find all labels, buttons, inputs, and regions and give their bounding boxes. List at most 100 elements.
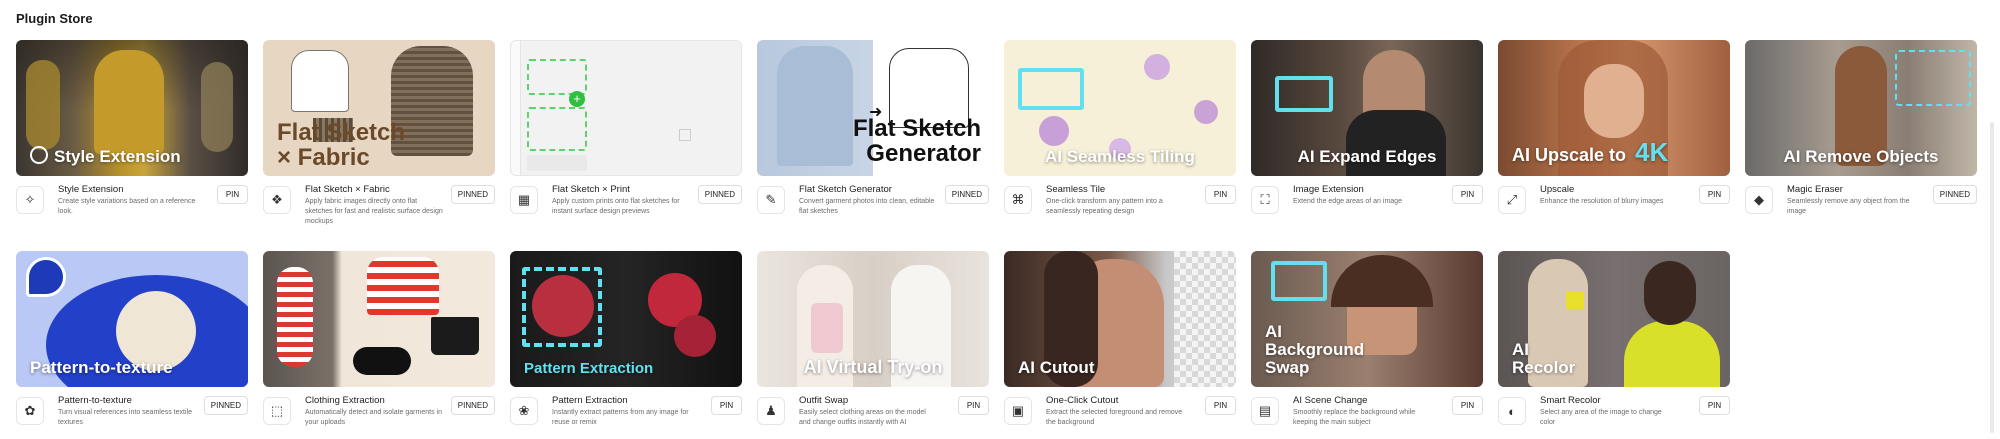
style-icon: ✧	[16, 186, 44, 214]
plugin-card-pattern-to-texture[interactable]: Pattern-to-texture ✿ Pattern-to-texture …	[16, 251, 248, 429]
plugin-card-one-click-cutout[interactable]: AI Cutout ▣ One-Click Cutout Extract the…	[1004, 251, 1236, 429]
plugin-info: ◆ Magic Eraser Seamlessly remove any obj…	[1745, 184, 1977, 224]
plugin-description: Easily select clothing areas on the mode…	[799, 409, 926, 426]
eraser-icon: ◆	[1745, 186, 1773, 214]
plugin-card-flat-sketch-generator[interactable]: ➜ Flat Sketch Generator ✎ Flat Sketch Ge…	[757, 40, 989, 218]
thumb-label: Flat Sketch × Fabric	[277, 118, 406, 171]
pin-button[interactable]: PINNED	[1932, 185, 1977, 204]
plugin-description: Select any area of the image to change c…	[1540, 409, 1662, 426]
expand-icon: ⛶	[1251, 186, 1279, 214]
plugin-card-outfit-swap[interactable]: AI Virtual Try-on ♟ Outfit Swap Easily s…	[757, 251, 989, 429]
plugin-title: Pattern-to-texture	[58, 395, 132, 406]
plugin-title: Style Extension	[58, 184, 124, 195]
plugin-description: Instantly extract patterns from any imag…	[552, 409, 689, 426]
thumb-label: AI Remove Objects	[1783, 147, 1939, 167]
pin-button[interactable]: PINNED	[697, 185, 742, 204]
add-icon: +	[569, 91, 585, 107]
pin-button[interactable]: PIN	[1205, 396, 1236, 415]
plugin-title: Magic Eraser	[1787, 184, 1843, 195]
plugin-info: ♟ Outfit Swap Easily select clothing are…	[757, 395, 989, 435]
texture-icon: ✿	[16, 397, 44, 425]
thumb-label-4k: 4K	[1635, 136, 1669, 167]
plugin-title: Pattern Extraction	[552, 395, 628, 406]
plugin-thumbnail[interactable]: AI Cutout	[1004, 251, 1236, 387]
pin-button[interactable]: PIN	[1205, 185, 1236, 204]
plugin-thumbnail[interactable]: AI Recolor	[1498, 251, 1730, 387]
plugin-title: Flat Sketch × Print	[552, 184, 630, 195]
palette-glyph-icon	[30, 146, 48, 164]
pattern-icon: ❀	[510, 397, 538, 425]
plugin-title: Image Extension	[1293, 184, 1364, 195]
plugin-thumbnail[interactable]: AI Seamless Tiling	[1004, 40, 1236, 176]
thumb-label: AI Recolor	[1512, 340, 1576, 378]
pin-button[interactable]: PIN	[217, 185, 248, 204]
scene-icon: ▤	[1251, 397, 1279, 425]
plugin-card-pattern-extraction[interactable]: Pattern Extraction ❀ Pattern Extraction …	[510, 251, 742, 429]
plugin-card-smart-recolor[interactable]: AI Recolor ◐ Smart Recolor Select any ar…	[1498, 251, 1730, 429]
plugin-info: ⤢ Upscale Enhance the resolution of blur…	[1498, 184, 1730, 224]
thumb-label: Style Extension	[54, 147, 181, 167]
plugin-card-flat-sketch-print[interactable]: + ▦ Flat Sketch × Print Apply custom pri…	[510, 40, 742, 218]
plugin-info: ▤ AI Scene Change Smoothly replace the b…	[1251, 395, 1483, 435]
plugin-thumbnail[interactable]: AI Background Swap	[1251, 251, 1483, 387]
thumb-label: Pattern Extraction	[524, 360, 654, 378]
pin-button[interactable]: PIN	[958, 396, 989, 415]
plugin-card-flat-sketch-fabric[interactable]: Flat Sketch × Fabric ❖ Flat Sketch × Fab…	[263, 40, 495, 225]
plugin-thumbnail[interactable]: Pattern Extraction	[510, 251, 742, 387]
pin-button[interactable]: PINNED	[944, 185, 989, 204]
plugin-thumbnail[interactable]: Flat Sketch × Fabric	[263, 40, 495, 176]
plugin-thumbnail[interactable]: ➜ Flat Sketch Generator	[757, 40, 989, 176]
thumb-label: AI Expand Edges	[1297, 147, 1437, 167]
plugin-description: Extract the selected foreground and remo…	[1046, 409, 1183, 426]
pin-button[interactable]: PINNED	[450, 185, 495, 204]
pin-button[interactable]: PINNED	[203, 396, 248, 415]
plugin-card-clothing-extraction[interactable]: ⬚ Clothing Extraction Automatically dete…	[263, 251, 495, 429]
plugin-title: AI Scene Change	[1293, 395, 1368, 406]
thumb-label: AI Seamless Tiling	[1045, 147, 1195, 167]
plugin-info: ⬚ Clothing Extraction Automatically dete…	[263, 395, 495, 435]
plugin-title: Flat Sketch × Fabric	[305, 184, 390, 195]
plugin-card-style-extension[interactable]: Style Extension ✧ Style Extension Create…	[16, 40, 248, 218]
plugin-thumbnail[interactable]: Style Extension	[16, 40, 248, 176]
plugin-card-ai-scene-change[interactable]: AI Background Swap ▤ AI Scene Change Smo…	[1251, 251, 1483, 429]
pin-button[interactable]: PIN	[1699, 396, 1730, 415]
sketch-icon: ✎	[757, 186, 785, 214]
plugin-info: ⌘ Seamless Tile One-click transform any …	[1004, 184, 1236, 224]
plugin-thumbnail[interactable]: AI Upscale to 4K	[1498, 40, 1730, 176]
thumb-label: Flat Sketch Generator	[852, 114, 981, 167]
tile-icon: ⌘	[1004, 186, 1032, 214]
plugin-thumbnail[interactable]	[263, 251, 495, 387]
page-header: Plugin Store	[16, 6, 93, 30]
thumb-label-main: AI Upscale to	[1512, 144, 1627, 165]
plugin-grid: Style Extension ✧ Style Extension Create…	[16, 40, 1985, 429]
pin-button[interactable]: PIN	[1452, 396, 1483, 415]
print-icon: ▦	[510, 186, 538, 214]
plugin-info: ✧ Style Extension Create style variation…	[16, 184, 248, 224]
plugin-title: One-Click Cutout	[1046, 395, 1119, 406]
pin-button[interactable]: PINNED	[450, 396, 495, 415]
plugin-thumbnail[interactable]: AI Remove Objects	[1745, 40, 1977, 176]
plugin-info: ✎ Flat Sketch Generator Convert garment …	[757, 184, 989, 224]
plugin-thumbnail[interactable]: AI Virtual Try-on	[757, 251, 989, 387]
plugin-info: ▦ Flat Sketch × Print Apply custom print…	[510, 184, 742, 224]
plugin-title: Upscale	[1540, 184, 1575, 195]
plugin-card-magic-eraser[interactable]: AI Remove Objects ◆ Magic Eraser Seamles…	[1745, 40, 1977, 218]
plugin-thumbnail[interactable]: Pattern-to-texture	[16, 251, 248, 387]
plugin-thumbnail[interactable]: AI Expand Edges	[1251, 40, 1483, 176]
plugin-description: Automatically detect and isolate garment…	[305, 409, 442, 426]
plugin-card-seamless-tile[interactable]: AI Seamless Tiling ⌘ Seamless Tile One-c…	[1004, 40, 1236, 218]
plugin-description: One-click transform any pattern into a s…	[1046, 198, 1163, 215]
pin-button[interactable]: PIN	[1452, 185, 1483, 204]
pin-button[interactable]: PIN	[711, 396, 742, 415]
pin-button[interactable]: PIN	[1699, 185, 1730, 204]
plugin-card-upscale[interactable]: AI Upscale to 4K ⤢ Upscale Enhance the r…	[1498, 40, 1730, 218]
upscale-icon: ⤢	[1498, 186, 1526, 214]
scrollbar[interactable]	[1990, 122, 1994, 433]
plugin-card-image-extension[interactable]: AI Expand Edges ⛶ Image Extension Extend…	[1251, 40, 1483, 218]
plugin-thumbnail[interactable]: +	[510, 40, 742, 176]
plugin-info: ❖ Flat Sketch × Fabric Apply fabric imag…	[263, 184, 495, 225]
plugin-description: Turn visual references into seamless tex…	[58, 409, 192, 426]
outfit-icon: ♟	[757, 397, 785, 425]
plugin-title: Clothing Extraction	[305, 395, 385, 406]
thumb-label: AI Cutout	[1018, 358, 1095, 378]
